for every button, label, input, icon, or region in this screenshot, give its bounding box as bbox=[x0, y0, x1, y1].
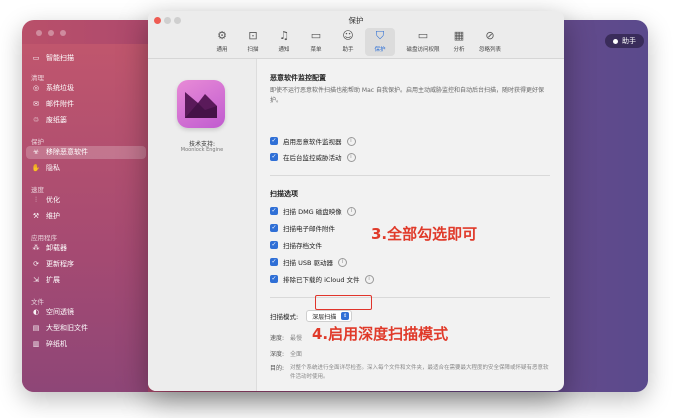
sidebar-item-large-old-files[interactable]: ▤ 大型和旧文件 bbox=[26, 322, 146, 335]
tab-analytics[interactable]: ▦ 分析 bbox=[444, 28, 474, 56]
option-exclude-icloud[interactable]: ✓ 排除已下载的 iCloud 文件 i bbox=[270, 274, 374, 284]
scan-icon: ⊡ bbox=[248, 29, 258, 42]
tab-general[interactable]: ⚙ 通用 bbox=[207, 28, 237, 56]
sliders-icon: ⫶ bbox=[35, 196, 37, 204]
scan-mode-select[interactable]: 深层扫描 ⇕ bbox=[306, 310, 353, 322]
info-icon[interactable]: i bbox=[346, 206, 356, 216]
checkbox-checked-icon[interactable]: ✓ bbox=[270, 153, 278, 161]
moonlock-app-icon bbox=[177, 80, 225, 128]
tab-menu[interactable]: ▭ 菜单 bbox=[301, 28, 331, 56]
assistant-button[interactable]: 助手 bbox=[605, 34, 644, 48]
sidebar-section-files: 文件 bbox=[31, 298, 44, 306]
shredder-icon: ▥ bbox=[32, 340, 40, 348]
speed-row: 速度: 最慢 bbox=[270, 335, 303, 342]
sidebar-item-privacy[interactable]: ✋ 隐私 bbox=[26, 162, 146, 175]
update-icon: ⟳ bbox=[33, 260, 39, 268]
sidebar-section-speed: 速度 bbox=[31, 186, 44, 194]
checkbox-checked-icon[interactable]: ✓ bbox=[270, 137, 278, 145]
mail-icon: ✉ bbox=[33, 100, 39, 108]
hand-icon: ✋ bbox=[31, 164, 41, 172]
gear-icon: ⚙ bbox=[217, 29, 227, 42]
folder-icon: ▤ bbox=[32, 324, 40, 332]
scan-mode-label: 扫描模式: bbox=[270, 313, 299, 321]
monitor-heading: 恶意软件监控配置 bbox=[270, 74, 326, 82]
section-divider bbox=[270, 175, 550, 176]
assistant-label: 助手 bbox=[622, 37, 636, 45]
sidebar-section-applications: 应用程序 bbox=[31, 234, 57, 242]
tab-scan[interactable]: ⊡ 扫描 bbox=[238, 28, 268, 56]
sidebar-item-mail-attachments[interactable]: ✉ 邮件附件 bbox=[26, 98, 146, 111]
option-scan-dmg[interactable]: ✓ 扫描 DMG 磁盘映像 i bbox=[270, 206, 356, 216]
option-scan-email[interactable]: ✓ 扫描电子邮件附件 bbox=[270, 223, 335, 233]
checkbox-checked-icon[interactable]: ✓ bbox=[270, 258, 278, 266]
tab-assistant[interactable]: ☺ 助手 bbox=[333, 28, 363, 56]
assistant-dot-icon bbox=[613, 38, 618, 44]
sidebar-item-trash[interactable]: ♲ 废纸篓 bbox=[26, 114, 146, 127]
checkbox-checked-icon[interactable]: ✓ bbox=[270, 207, 278, 215]
info-icon[interactable]: i bbox=[346, 136, 356, 146]
sidebar-item-optimize[interactable]: ⫶ 优化 bbox=[26, 194, 146, 207]
tab-disk-access[interactable]: ▭ 磁盘访问权限 bbox=[401, 28, 445, 56]
chevron-updown-icon: ⇕ bbox=[341, 312, 350, 320]
sidebar: ▭ 智能扫描 清理 ◎ 系统垃圾 ✉ 邮件附件 ♲ 废纸篓 保护 ☣ 移除恶意软… bbox=[22, 44, 148, 392]
purpose-row: 目的: 对整个系统进行全面详尽检查。深入每个文件和文件夹，最适合在需要最大程度的… bbox=[270, 365, 549, 380]
dialog-toolbar: 保护 ⚙ 通用 ⊡ 扫描 ♫ 通知 ▭ 菜单 ☺ 助手 ⛉ 保护 ▭ 磁盘访问权… bbox=[148, 11, 564, 59]
sidebar-item-uninstaller[interactable]: ⁂ 卸载器 bbox=[26, 242, 146, 255]
moonlock-logo-icon bbox=[185, 92, 217, 118]
option-scan-archives[interactable]: ✓ 扫描存档文件 bbox=[270, 240, 322, 250]
sidebar-section-protection: 保护 bbox=[31, 138, 44, 146]
option-enable-monitor[interactable]: ✓ 启用恶意软件监视器 i bbox=[270, 136, 356, 146]
sidebar-item-maintenance[interactable]: ⚒ 维护 bbox=[26, 210, 146, 223]
disk-icon: ◎ bbox=[32, 84, 40, 92]
sidebar-section-cleanup: 清理 bbox=[31, 74, 44, 82]
sidebar-item-updater[interactable]: ⟳ 更新程序 bbox=[26, 258, 146, 271]
trash-icon: ♲ bbox=[32, 116, 40, 124]
wrench-icon: ⚒ bbox=[32, 212, 40, 220]
disk-icon: ▭ bbox=[417, 29, 429, 42]
checkbox-checked-icon[interactable]: ✓ bbox=[270, 224, 278, 232]
shield-icon: ⛉ bbox=[375, 29, 385, 42]
assistant-icon: ☺ bbox=[342, 29, 354, 42]
tab-protection[interactable]: ⛉ 保护 bbox=[365, 28, 395, 56]
annotation-note-2: 4.启用深度扫描模式 bbox=[312, 325, 449, 343]
sidebar-item-extensions[interactable]: ⇲ 扩展 bbox=[26, 274, 146, 287]
monitor-icon: ▭ bbox=[32, 54, 40, 62]
bell-icon: ♫ bbox=[279, 29, 289, 42]
biohazard-icon: ☣ bbox=[32, 148, 40, 156]
depth-row: 深度: 全面 bbox=[270, 351, 303, 358]
dialog-title: 保护 bbox=[348, 16, 364, 25]
option-scan-usb[interactable]: ✓ 扫描 USB 驱动器 i bbox=[270, 257, 347, 267]
tab-notifications[interactable]: ♫ 通知 bbox=[269, 28, 299, 56]
tab-ignore-list[interactable]: ⊘ 忽略列表 bbox=[475, 28, 505, 56]
info-icon[interactable]: i bbox=[337, 257, 347, 267]
engine-pane: 技术支持: Moonlock Engine bbox=[148, 59, 257, 391]
annotation-highlight-box bbox=[315, 295, 372, 310]
sidebar-item-space-lens[interactable]: ◐ 空间透镜 bbox=[26, 306, 146, 319]
block-icon: ⊘ bbox=[485, 29, 495, 42]
scan-options-heading: 扫描选项 bbox=[270, 190, 298, 198]
sidebar-item-shredder[interactable]: ▥ 碎纸机 bbox=[26, 338, 146, 351]
annotation-note-1: 3.全部勾选即可 bbox=[371, 225, 478, 243]
section-divider bbox=[270, 297, 550, 298]
info-icon[interactable]: i bbox=[346, 152, 356, 162]
sidebar-item-smart-scan[interactable]: ▭ 智能扫描 bbox=[26, 52, 146, 65]
chart-icon: ▦ bbox=[453, 29, 465, 42]
lens-icon: ◐ bbox=[32, 308, 40, 316]
menu-icon: ▭ bbox=[310, 29, 322, 42]
sidebar-item-system-junk[interactable]: ◎ 系统垃圾 bbox=[26, 82, 146, 95]
checkbox-checked-icon[interactable]: ✓ bbox=[270, 241, 278, 249]
grid-icon: ⁂ bbox=[32, 244, 40, 252]
engine-name: Moonlock Engine bbox=[180, 147, 224, 153]
scan-mode-row: 扫描模式: 深层扫描 ⇕ bbox=[270, 310, 353, 322]
window-controls[interactable] bbox=[36, 30, 66, 36]
info-icon[interactable]: i bbox=[364, 274, 374, 284]
option-background-monitor[interactable]: ✓ 在后台监控威胁活动 i bbox=[270, 152, 356, 162]
extension-icon: ⇲ bbox=[33, 276, 39, 284]
monitor-description: 即使不运行恶意软件扫描也能帮助 Mac 自我保护。启用主动威胁监控和自动后台扫描… bbox=[270, 87, 544, 104]
checkbox-checked-icon[interactable]: ✓ bbox=[270, 275, 278, 283]
sidebar-item-remove-malware[interactable]: ☣ 移除恶意软件 bbox=[26, 146, 146, 159]
